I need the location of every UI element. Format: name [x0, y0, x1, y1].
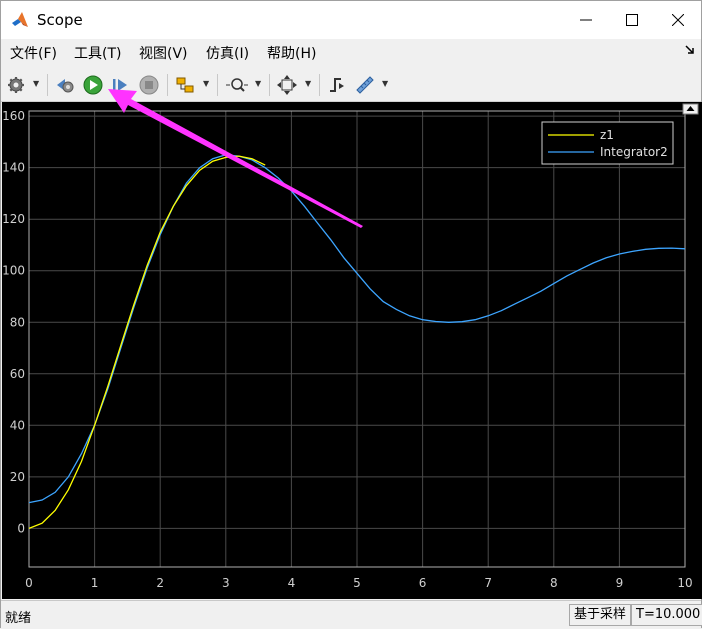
- y-tick-label: 60: [10, 367, 25, 381]
- toolbar-separator: [217, 74, 218, 96]
- toolbar-separator: [47, 74, 48, 96]
- window-title: Scope: [37, 11, 83, 29]
- autoscale-icon: [277, 75, 297, 95]
- close-button[interactable]: [655, 1, 701, 39]
- y-tick-label: 120: [2, 212, 25, 226]
- y-tick-label: 20: [10, 470, 25, 484]
- x-tick-label: 7: [484, 576, 492, 590]
- step-forward-button[interactable]: [110, 73, 132, 97]
- menu-tools[interactable]: 工具(T): [74, 45, 121, 63]
- y-tick-label: 0: [17, 521, 25, 535]
- x-tick-label: 1: [91, 576, 99, 590]
- matlab-logo-icon: [12, 12, 28, 27]
- toolbar-separator: [269, 74, 270, 96]
- close-icon: [672, 14, 684, 26]
- step-back-button[interactable]: [54, 73, 76, 97]
- stop-icon: [139, 75, 159, 95]
- y-tick-label: 40: [10, 418, 25, 432]
- step-back-icon: [57, 79, 74, 93]
- y-tick-label: 140: [2, 161, 25, 175]
- x-tick-label: 2: [156, 576, 164, 590]
- x-tick-label: 0: [25, 576, 33, 590]
- line-chart[interactable]: 0 1 2 3 4 5 6 7 8 9 10020406080100120140160 z1Inte…: [2, 102, 702, 599]
- x-tick-label: 10: [677, 576, 692, 590]
- ruler-icon: [356, 76, 374, 94]
- menu-view[interactable]: 视图(V): [139, 45, 188, 63]
- maximize-button[interactable]: [609, 1, 655, 39]
- triggers-button[interactable]: [326, 73, 348, 97]
- legend-label: z1: [600, 128, 614, 142]
- y-tick-label: 160: [2, 109, 25, 123]
- y-tick-label: 100: [2, 264, 25, 278]
- highlight-icon: [176, 77, 194, 93]
- x-tick-label: 3: [222, 576, 230, 590]
- minimize-icon: [580, 19, 592, 21]
- run-icon: [83, 75, 103, 95]
- tick-labels: 0 1 2 3 4 5 6 7 8 9 10020406080100120140160: [2, 109, 693, 590]
- legend[interactable]: z1 Integrator2: [541, 121, 674, 165]
- x-tick-label: 9: [616, 576, 624, 590]
- grid: [28, 111, 686, 567]
- zoom-button[interactable]: [224, 73, 250, 97]
- series-line-z1: [28, 155, 266, 530]
- legend-label: Integrator2: [600, 145, 668, 159]
- stop-button[interactable]: [138, 73, 160, 97]
- scope-window: Scope 文件(F) 工具(T) 视图(V) 仿真(I) 帮助(H) ▼ ▼ …: [0, 0, 702, 629]
- toolbar: ▼ ▼ ▼ ▼ ▼: [1, 69, 701, 102]
- simulation-time: T=10.000: [631, 604, 702, 626]
- measurements-dropdown-icon[interactable]: ▼: [382, 79, 388, 88]
- toolbar-separator: [319, 74, 320, 96]
- x-tick-label: 5: [353, 576, 361, 590]
- zoom-dropdown-icon[interactable]: ▼: [255, 79, 261, 88]
- menu-simulation[interactable]: 仿真(I): [206, 45, 249, 63]
- status-text: 就绪: [5, 611, 32, 626]
- title-bar: Scope: [1, 1, 701, 39]
- menu-help[interactable]: 帮助(H): [267, 45, 316, 63]
- cursor-measurements-button[interactable]: [354, 73, 376, 97]
- highlight-dropdown-icon[interactable]: ▼: [203, 79, 209, 88]
- menu-file[interactable]: 文件(F): [10, 45, 57, 63]
- trigger-icon: [330, 78, 344, 92]
- autoscale-dropdown-icon[interactable]: ▼: [305, 79, 311, 88]
- maximize-icon: [626, 14, 638, 26]
- minimize-button[interactable]: [563, 1, 609, 39]
- run-button[interactable]: [82, 73, 104, 97]
- configuration-dropdown-icon[interactable]: ▼: [33, 79, 39, 88]
- status-bar: 就绪 基于采样 T=10.000: [1, 600, 702, 629]
- dock-arrow-icon[interactable]: [685, 45, 695, 55]
- menu-bar: 文件(F) 工具(T) 视图(V) 仿真(I) 帮助(H): [1, 39, 701, 69]
- scope-plot[interactable]: 0 1 2 3 4 5 6 7 8 9 10 0 20 40 60 80 100 120 140 160 z1 Inte…: [2, 102, 702, 599]
- x-tick-label: 4: [288, 576, 296, 590]
- highlight-block-button[interactable]: [174, 73, 196, 97]
- gear-icon: [8, 77, 24, 93]
- zoom-icon: [226, 78, 248, 92]
- sample-mode-indicator: 基于采样: [569, 604, 632, 626]
- autoscale-button[interactable]: [276, 73, 298, 97]
- y-tick-label: 80: [10, 315, 25, 329]
- toolbar-separator: [167, 74, 168, 96]
- configuration-button[interactable]: [5, 73, 27, 97]
- x-tick-label: 8: [550, 576, 558, 590]
- x-tick-label: 6: [419, 576, 427, 590]
- undock-axes-button[interactable]: [682, 103, 699, 115]
- step-forward-icon: [113, 79, 127, 91]
